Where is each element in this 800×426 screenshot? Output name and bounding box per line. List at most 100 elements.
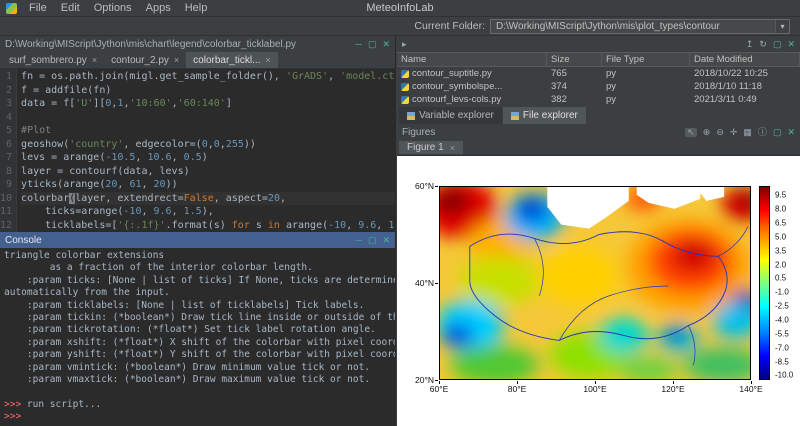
code-token: '10:60' — [129, 98, 171, 109]
zoom-in-icon[interactable]: ⊕ — [703, 128, 711, 137]
x-tick-label: 100°E — [583, 384, 606, 394]
code-line[interactable]: fn = os.path.join(migl.get_sample_folder… — [21, 70, 395, 84]
column-header-file-type[interactable]: File Type — [602, 53, 690, 66]
code-line[interactable]: data = f['U'][0,1,'10:60','60:140'] — [21, 97, 395, 111]
current-folder-label: Current Folder: — [414, 20, 485, 32]
info-icon[interactable]: ⓘ — [758, 128, 767, 137]
code-line[interactable]: geoshow('country', edgecolor=(0,0,255)) — [21, 138, 395, 152]
code-token: 'GrADS' — [286, 71, 328, 82]
console-text: triangle colorbar extensions — [4, 250, 164, 261]
code-token: ticklabels=[ — [21, 220, 117, 231]
x-tick-mark — [517, 381, 518, 384]
code-token: , — [141, 206, 153, 217]
code-token: 'country' — [69, 139, 123, 150]
contour-plot — [439, 186, 751, 380]
minimize-icon[interactable]: ─ — [356, 40, 362, 49]
code-token: -10 — [328, 220, 346, 231]
code-editor[interactable]: 123456789101112 fn = os.path.join(migl.g… — [0, 69, 395, 232]
code-token: 0.5 — [184, 152, 202, 163]
console-line: :param ticks: [None | list of ticks] If … — [4, 275, 391, 287]
code-line[interactable]: yticks(arange(20, 61, 20)) — [21, 178, 395, 192]
tab-close-icon[interactable]: × — [174, 55, 179, 65]
column-header-name[interactable]: Name — [397, 53, 547, 66]
tab-file-explorer[interactable]: File explorer — [503, 107, 586, 124]
console-output[interactable]: triangle colorbar extensions as a fracti… — [0, 248, 395, 426]
tab-close-icon[interactable]: × — [450, 143, 455, 153]
figure-tab[interactable]: Figure 1 × — [399, 141, 463, 154]
minimize-icon[interactable]: ─ — [356, 236, 362, 245]
file-explorer-controls: ↥ ↻ ▢ ✕ — [746, 40, 795, 49]
menu-file[interactable]: File — [22, 1, 54, 16]
console-prompt: >>> — [4, 399, 21, 410]
tab-label: Variable explorer — [419, 110, 494, 121]
file-row[interactable]: contour_suptitle.py765py2018/10/22 10:25 — [397, 67, 800, 80]
code-line[interactable]: #Plot — [21, 124, 395, 138]
folder-icon: ▸ — [402, 40, 407, 49]
close-icon[interactable]: ✕ — [382, 40, 390, 49]
save-icon[interactable]: ▦ — [743, 128, 752, 137]
code-token: colorbar — [21, 193, 69, 204]
menu-help[interactable]: Help — [178, 1, 215, 16]
console-text: :param yshift: (*float*) Y shift of the … — [4, 349, 395, 360]
file-row[interactable]: contourf_levs-cols.py382py2021/3/11 0:49 — [397, 93, 800, 106]
colorbar-tick-label: -8.5 — [775, 357, 789, 366]
menu-apps[interactable]: Apps — [139, 1, 178, 16]
close-icon[interactable]: ✕ — [787, 128, 795, 137]
file-name-cell: contour_suptitle.py — [397, 68, 547, 79]
editor-tab[interactable]: surf_sombrero.py× — [2, 52, 104, 68]
editor-tab[interactable]: colorbar_tickl...× — [186, 52, 278, 68]
pan-icon[interactable]: ✛ — [730, 128, 738, 137]
console-line — [4, 386, 391, 398]
tab-label: contour_2.py — [111, 55, 169, 66]
console-line: :param vmaxtick: (*boolean*) Draw maximu… — [4, 374, 391, 386]
tab-close-icon[interactable]: × — [265, 55, 270, 65]
column-header-size[interactable]: Size — [547, 53, 602, 66]
file-name: contour_symbolspe... — [412, 81, 502, 92]
code-token: 20 — [268, 193, 280, 204]
code-token: , — [141, 179, 153, 190]
code-token: fn = os.path.join(migl.get_sample_folder… — [21, 71, 286, 82]
file-size: 765 — [547, 68, 602, 79]
refresh-icon[interactable]: ↻ — [759, 40, 767, 49]
code-token: '60:140' — [178, 98, 226, 109]
close-icon[interactable]: ✕ — [787, 40, 795, 49]
tab-variable-explorer[interactable]: Variable explorer — [399, 107, 502, 124]
close-icon[interactable]: ✕ — [382, 236, 390, 245]
main-area: D:\Working\MIScript\Jython\mis\chart\leg… — [0, 36, 800, 426]
zoom-out-icon[interactable]: ⊖ — [716, 128, 724, 137]
console-text: :param ticklabels: [None | list of tickl… — [4, 300, 364, 311]
tab-close-icon[interactable]: × — [92, 55, 97, 65]
file-explorer-panel: ▸ ↥ ↻ ▢ ✕ NameSizeFile TypeDate Modified… — [397, 36, 800, 124]
colorbar — [759, 186, 770, 380]
code-line[interactable]: levs = arange(-10.5, 10.6, 0.5) — [21, 151, 395, 165]
figure-canvas[interactable]: 60°E80°E100°E120°E140°E20°N40°N60°N9.58.… — [397, 156, 800, 426]
console-text: as a fraction of the interior colorbar l… — [4, 262, 313, 273]
float-icon[interactable]: ▢ — [773, 40, 782, 49]
up-folder-icon[interactable]: ↥ — [746, 40, 754, 49]
select-arrow-icon[interactable]: ↖ — [685, 128, 697, 137]
code-token: in — [268, 220, 280, 231]
chevron-down-icon[interactable]: ▾ — [775, 20, 789, 33]
code-token: 1.5 — [388, 220, 395, 231]
code-token: layer, extendrect= — [75, 193, 183, 204]
code-line[interactable]: f = addfile(fn) — [21, 84, 395, 98]
code-token: s — [250, 220, 268, 231]
float-icon[interactable]: ▢ — [368, 236, 377, 245]
menu-options[interactable]: Options — [87, 1, 139, 16]
float-icon[interactable]: ▢ — [773, 128, 782, 137]
current-folder-combobox[interactable]: D:\Working\MIScript\Jython\mis\plot_type… — [490, 19, 790, 34]
column-header-date-modified[interactable]: Date Modified — [690, 53, 800, 66]
code-line[interactable]: ticks=arange(-10, 9.6, 1.5), — [21, 205, 395, 219]
editor-tab[interactable]: contour_2.py × — [104, 52, 186, 68]
code-token: False — [184, 193, 214, 204]
code-line[interactable]: layer = contourf(data, levs) — [21, 165, 395, 179]
figures-title: Figures — [402, 127, 435, 138]
file-name-cell: contourf_levs-cols.py — [397, 94, 547, 105]
code-line[interactable] — [21, 111, 395, 125]
float-icon[interactable]: ▢ — [368, 40, 377, 49]
code-line[interactable]: colorbar(layer, extendrect=False, aspect… — [21, 192, 395, 206]
code-line[interactable]: ticklabels=['{:.1f}'.format(s) for s in … — [21, 219, 395, 233]
file-row[interactable]: contour_symbolspe...374py2018/1/10 11:18 — [397, 80, 800, 93]
menu-edit[interactable]: Edit — [54, 1, 87, 16]
app-title: MeteoInfoLab — [366, 2, 433, 14]
